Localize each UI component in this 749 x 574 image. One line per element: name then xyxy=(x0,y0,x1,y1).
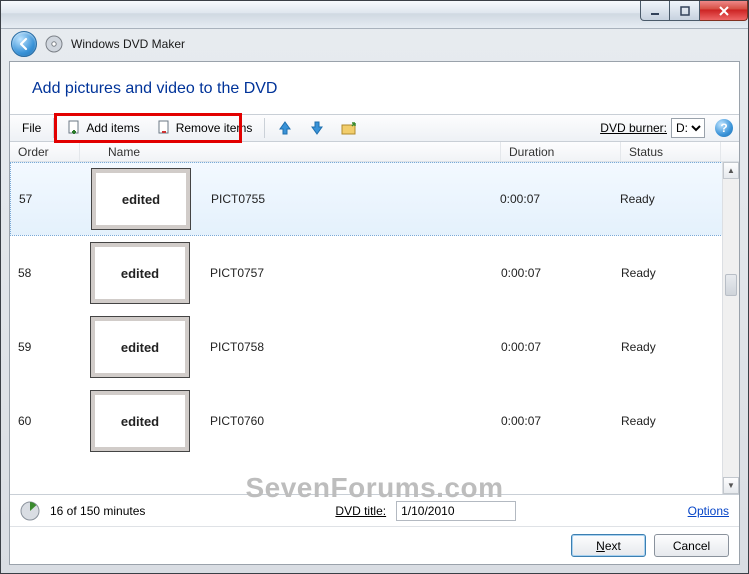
page-heading: Add pictures and video to the DVD xyxy=(10,62,739,114)
arrow-down-icon xyxy=(309,120,325,136)
minutes-text: 16 of 150 minutes xyxy=(50,504,145,518)
app-icon xyxy=(45,35,63,53)
list-row[interactable]: 57 edited PICT07550:00:07Ready xyxy=(10,162,739,236)
list-row[interactable]: 59editedPICT07580:00:07Ready xyxy=(10,310,739,384)
list-body: 57editedPICT07550:00:07Ready58editedPICT… xyxy=(10,162,739,494)
row-name: PICT0758 xyxy=(210,340,501,354)
folder-up-button[interactable] xyxy=(335,118,363,138)
col-status[interactable]: Status xyxy=(621,142,721,161)
remove-items-button[interactable]: Remove items xyxy=(150,118,259,138)
col-order[interactable]: Order xyxy=(10,142,80,161)
separator xyxy=(264,118,265,138)
add-items-button[interactable]: Add items xyxy=(60,118,145,138)
back-button[interactable] xyxy=(11,31,37,57)
row-thumbnail: edited xyxy=(90,316,190,378)
burner-label: DVD burner: xyxy=(600,121,667,135)
row-thumbnail: edited xyxy=(91,168,191,230)
folder-up-icon xyxy=(341,120,357,136)
burner-select[interactable]: D: xyxy=(671,118,705,138)
help-button[interactable]: ? xyxy=(715,119,733,137)
col-name[interactable]: Name xyxy=(80,142,501,161)
row-thumbnail: edited xyxy=(90,242,190,304)
minimize-button[interactable] xyxy=(640,1,670,21)
row-duration: 0:00:07 xyxy=(500,192,620,206)
scrollbar[interactable]: ▲ ▼ xyxy=(722,162,739,494)
row-order: 57 xyxy=(11,192,81,206)
main-panel: Add pictures and video to the DVD File A… xyxy=(9,61,740,565)
row-status: Ready xyxy=(620,192,738,206)
list-header: Order Name Duration Status xyxy=(10,142,739,162)
maximize-button[interactable] xyxy=(670,1,700,21)
row-duration: 0:00:07 xyxy=(501,340,621,354)
dvd-title-label: DVD title: xyxy=(335,504,386,518)
row-thumbnail: edited xyxy=(90,390,190,452)
col-scroll-spacer xyxy=(721,142,739,161)
footer-buttons: Next Cancel xyxy=(10,526,739,564)
row-name: PICT0755 xyxy=(211,192,500,206)
list-row[interactable]: 60editedPICT07600:00:07Ready xyxy=(10,384,739,458)
options-link[interactable]: Options xyxy=(688,504,729,518)
scroll-thumb[interactable] xyxy=(725,274,737,296)
nav-strip: Windows DVD Maker xyxy=(1,29,748,59)
app-title: Windows DVD Maker xyxy=(71,37,185,51)
separator xyxy=(53,118,54,138)
remove-file-icon xyxy=(156,120,172,136)
row-name: PICT0760 xyxy=(210,414,501,428)
row-name: PICT0757 xyxy=(210,266,501,280)
row-order: 59 xyxy=(10,340,80,354)
col-duration[interactable]: Duration xyxy=(501,142,621,161)
dvd-title-input[interactable] xyxy=(396,501,516,521)
close-button[interactable] xyxy=(700,1,748,21)
titlebar xyxy=(1,1,748,29)
move-up-button[interactable] xyxy=(271,118,299,138)
add-file-icon xyxy=(66,120,82,136)
next-button[interactable]: Next xyxy=(571,534,646,557)
scroll-down-icon[interactable]: ▼ xyxy=(723,477,739,494)
toolbar: File Add items Remove items DVD burner: xyxy=(10,114,739,142)
move-down-button[interactable] xyxy=(303,118,331,138)
list-row[interactable]: 58editedPICT07570:00:07Ready xyxy=(10,236,739,310)
disc-usage-icon xyxy=(20,501,40,521)
row-duration: 0:00:07 xyxy=(501,266,621,280)
arrow-up-icon xyxy=(277,120,293,136)
window-frame: Windows DVD Maker Add pictures and video… xyxy=(0,0,749,574)
file-menu[interactable]: File xyxy=(16,119,47,137)
row-duration: 0:00:07 xyxy=(501,414,621,428)
cancel-button[interactable]: Cancel xyxy=(654,534,729,557)
scroll-up-icon[interactable]: ▲ xyxy=(723,162,739,179)
row-order: 60 xyxy=(10,414,80,428)
row-order: 58 xyxy=(10,266,80,280)
footer-status: 16 of 150 minutes DVD title: Options xyxy=(10,494,739,526)
